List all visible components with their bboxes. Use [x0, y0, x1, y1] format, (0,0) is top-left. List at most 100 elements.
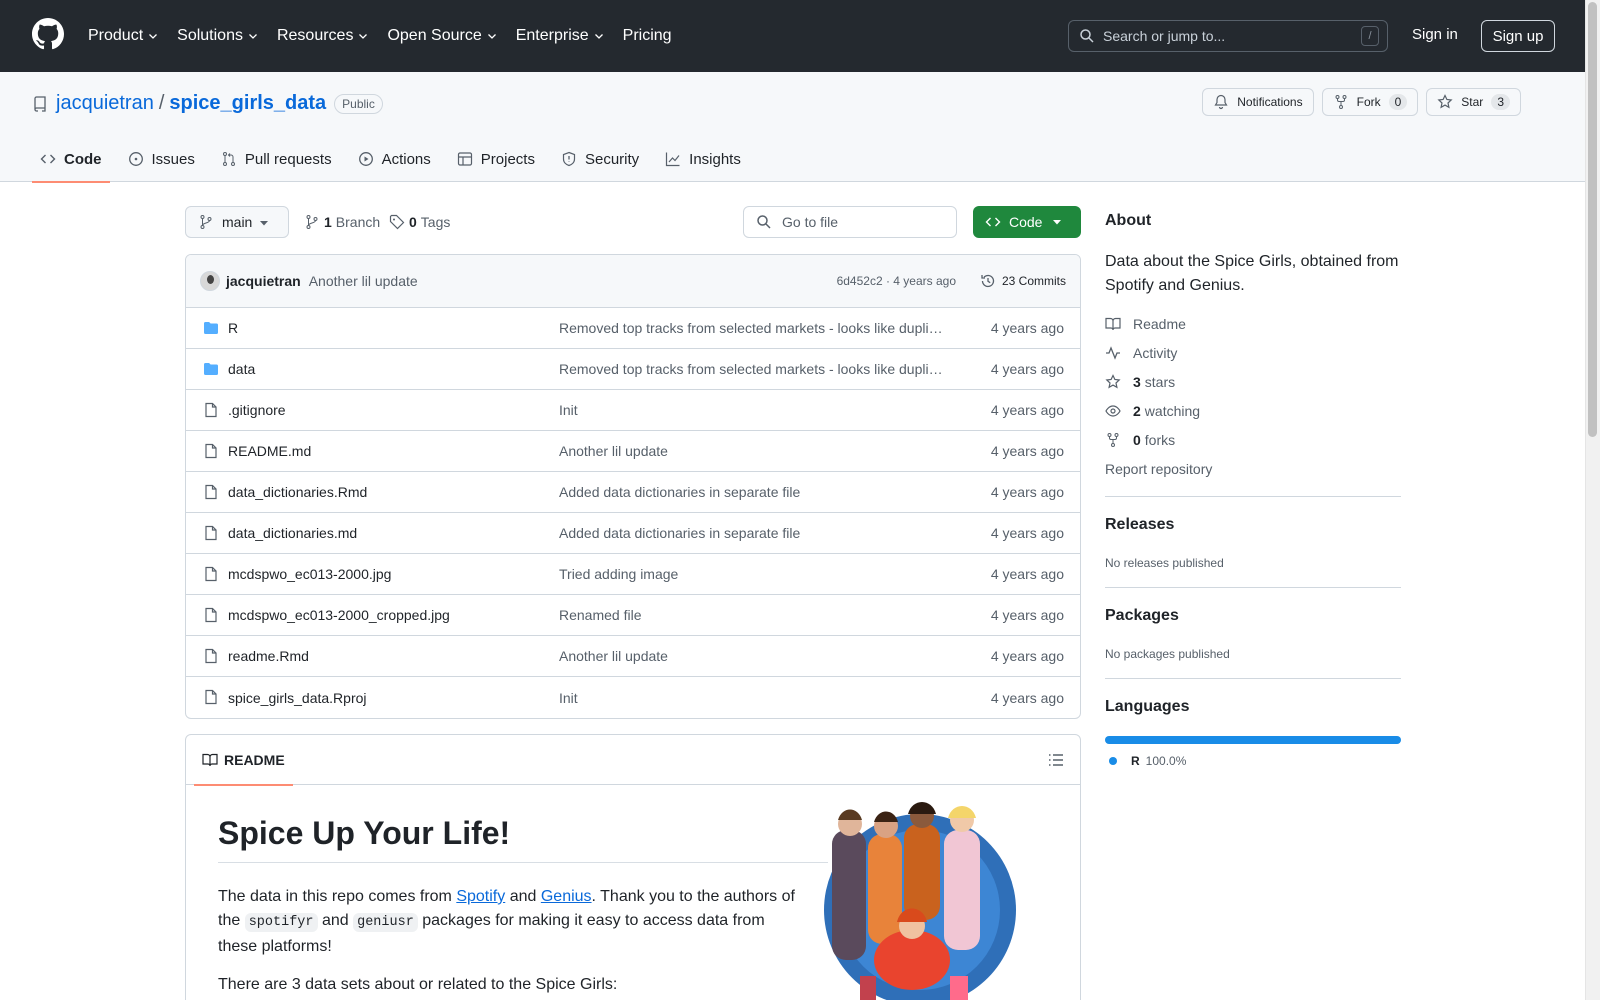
watching-link[interactable]: 2 watching: [1105, 403, 1200, 419]
language-color-dot: [1109, 757, 1117, 765]
readme-text: and: [317, 912, 354, 929]
search-input[interactable]: Search or jump to... /: [1068, 20, 1388, 52]
file-icon: [205, 689, 217, 705]
nav-pricing[interactable]: Pricing: [623, 27, 672, 45]
sign-in-link[interactable]: Sign in: [1412, 26, 1458, 43]
divider: [1105, 678, 1401, 679]
file-row[interactable]: mcdspwo_ec013-2000.jpg Tried adding image…: [186, 554, 1080, 595]
nav-solutions-label: Solutions: [177, 27, 243, 44]
file-row[interactable]: spice_girls_data.Rproj Init 4 years ago: [186, 677, 1080, 718]
nav-product[interactable]: Product: [88, 27, 159, 45]
code-dropdown-button[interactable]: Code: [973, 206, 1081, 238]
file-name-link[interactable]: R: [228, 320, 238, 336]
file-commit-message-link[interactable]: Added data dictionaries in separate file: [559, 484, 944, 500]
file-row[interactable]: README.md Another lil update 4 years ago: [186, 431, 1080, 472]
repo-description: Data about the Spice Girls, obtained fro…: [1105, 253, 1399, 294]
tab-actions[interactable]: Actions: [350, 136, 439, 182]
tab-insights[interactable]: Insights: [657, 136, 749, 182]
file-name-link[interactable]: mcdspwo_ec013-2000_cropped.jpg: [228, 607, 450, 623]
nav-enterprise[interactable]: Enterprise: [516, 27, 605, 45]
readme-title: Spice Up Your Life!: [218, 815, 828, 863]
page-scrollbar-thumb[interactable]: [1588, 2, 1597, 437]
packages-heading[interactable]: Packages: [1105, 607, 1179, 625]
caret-down-icon: [1053, 220, 1061, 225]
file-commit-message-link[interactable]: Tried adding image: [559, 566, 944, 582]
file-commit-message-link[interactable]: Another lil update: [559, 648, 944, 664]
file-commit-message-link[interactable]: Init: [559, 402, 944, 418]
tab-issues-label: Issues: [151, 150, 195, 168]
nav-open-source[interactable]: Open Source: [387, 27, 497, 45]
tab-code[interactable]: Code: [32, 136, 110, 183]
file-name-link[interactable]: .gitignore: [228, 402, 286, 418]
file-row[interactable]: data_dictionaries.md Added data dictionar…: [186, 513, 1080, 554]
nav-solutions[interactable]: Solutions: [177, 27, 259, 45]
file-commit-message-link[interactable]: Another lil update: [559, 443, 944, 459]
stars-count: 3: [1133, 374, 1141, 390]
file-commit-time: 4 years ago: [990, 361, 1064, 377]
file-commit-message-link[interactable]: Removed top tracks from selected markets…: [559, 361, 944, 377]
readme-link[interactable]: Readme: [1105, 316, 1186, 332]
file-row[interactable]: R Removed top tracks from selected market…: [186, 308, 1080, 349]
file-commit-message-link[interactable]: Removed top tracks from selected markets…: [559, 320, 944, 336]
tag-icon: [389, 214, 405, 230]
file-row[interactable]: .gitignore Init 4 years ago: [186, 390, 1080, 431]
commit-author-link[interactable]: jacquietran: [226, 273, 301, 289]
file-name-link[interactable]: readme.Rmd: [228, 648, 309, 664]
stars-link[interactable]: 3 stars: [1105, 374, 1175, 390]
file-icon: [205, 525, 217, 541]
go-to-file-input[interactable]: Go to file: [743, 206, 957, 238]
tab-issues[interactable]: Issues: [120, 136, 203, 182]
star-button[interactable]: Star 3: [1426, 88, 1521, 116]
readme-tab[interactable]: README: [194, 735, 293, 786]
repo-owner-link[interactable]: jacquietran: [56, 92, 154, 115]
star-icon: [1105, 374, 1121, 389]
forks-label: forks: [1144, 432, 1176, 448]
releases-heading[interactable]: Releases: [1105, 516, 1174, 534]
file-row[interactable]: mcdspwo_ec013-2000_cropped.jpg Renamed fi…: [186, 595, 1080, 636]
file-row[interactable]: data Removed top tracks from selected mar…: [186, 349, 1080, 390]
chevron-down-icon: [594, 34, 603, 39]
report-repository-link[interactable]: Report repository: [1105, 461, 1212, 477]
genius-link[interactable]: Genius: [541, 888, 592, 905]
file-commit-message-link[interactable]: Added data dictionaries in separate file: [559, 525, 944, 541]
file-row[interactable]: data_dictionaries.Rmd Added data dictiona…: [186, 472, 1080, 513]
tab-security[interactable]: Security: [553, 136, 647, 182]
github-logo-icon[interactable]: [32, 18, 64, 50]
stars-label: stars: [1144, 374, 1176, 390]
repo-name-link[interactable]: spice_girls_data: [169, 92, 326, 115]
spotify-link[interactable]: Spotify: [456, 888, 505, 905]
file-name-link[interactable]: README.md: [228, 443, 311, 459]
git-branch-icon: [200, 215, 212, 229]
activity-link[interactable]: Activity: [1105, 345, 1177, 361]
shield-icon: [562, 151, 576, 167]
branch-selector[interactable]: main: [185, 206, 289, 238]
branches-link[interactable]: 1 Branch: [304, 206, 380, 238]
language-item-r[interactable]: R 100.0%: [1109, 754, 1186, 768]
tags-link[interactable]: 0 Tags: [389, 206, 450, 238]
go-to-file-placeholder: Go to file: [782, 214, 839, 230]
tab-pull-requests[interactable]: Pull requests: [213, 136, 340, 182]
file-commit-message-link[interactable]: Renamed file: [559, 607, 944, 623]
avatar[interactable]: [200, 271, 220, 291]
pull-request-icon: [222, 152, 235, 166]
list-outline-icon[interactable]: [1048, 752, 1064, 768]
commit-sha-link[interactable]: 6d452c2 · 4 years ago: [837, 274, 956, 288]
file-name-link[interactable]: spice_girls_data.Rproj: [228, 690, 367, 706]
fork-button[interactable]: Fork 0: [1321, 88, 1419, 116]
tab-projects[interactable]: Projects: [449, 136, 543, 182]
notifications-button[interactable]: Notifications: [1202, 88, 1314, 116]
file-name-link[interactable]: data: [228, 361, 255, 377]
forks-link[interactable]: 0 forks: [1105, 432, 1175, 448]
watching-label: watching: [1144, 403, 1201, 419]
file-name-link[interactable]: mcdspwo_ec013-2000.jpg: [228, 566, 391, 582]
commit-message-link[interactable]: Another lil update: [309, 273, 418, 289]
sign-up-button[interactable]: Sign up: [1481, 20, 1555, 52]
nav-resources[interactable]: Resources: [277, 27, 369, 45]
file-row[interactable]: readme.Rmd Another lil update 4 years ago: [186, 636, 1080, 677]
file-commit-time: 4 years ago: [990, 443, 1064, 459]
branch-label: Branch: [335, 214, 381, 230]
commits-history-link[interactable]: 23 Commits: [980, 273, 1066, 289]
file-name-link[interactable]: data_dictionaries.Rmd: [228, 484, 367, 500]
file-commit-message-link[interactable]: Init: [559, 690, 944, 706]
file-name-link[interactable]: data_dictionaries.md: [228, 525, 357, 541]
